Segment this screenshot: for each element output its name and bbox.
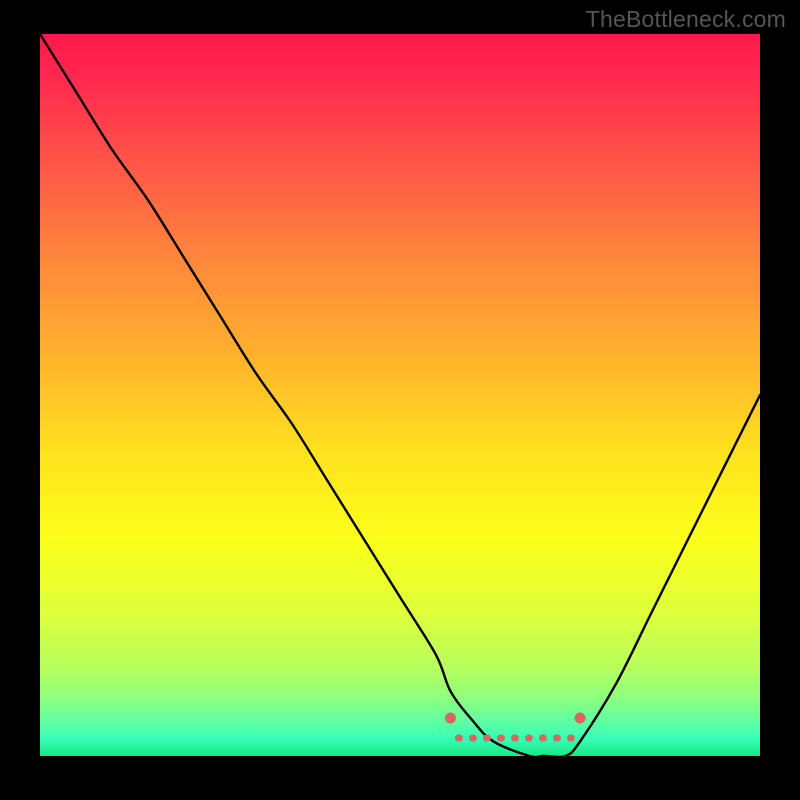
plot-area bbox=[40, 34, 760, 756]
watermark-text: TheBottleneck.com bbox=[586, 6, 786, 33]
chart-container: TheBottleneck.com bbox=[0, 0, 800, 800]
bottleneck-chart bbox=[40, 34, 760, 756]
gradient-background bbox=[40, 34, 760, 756]
